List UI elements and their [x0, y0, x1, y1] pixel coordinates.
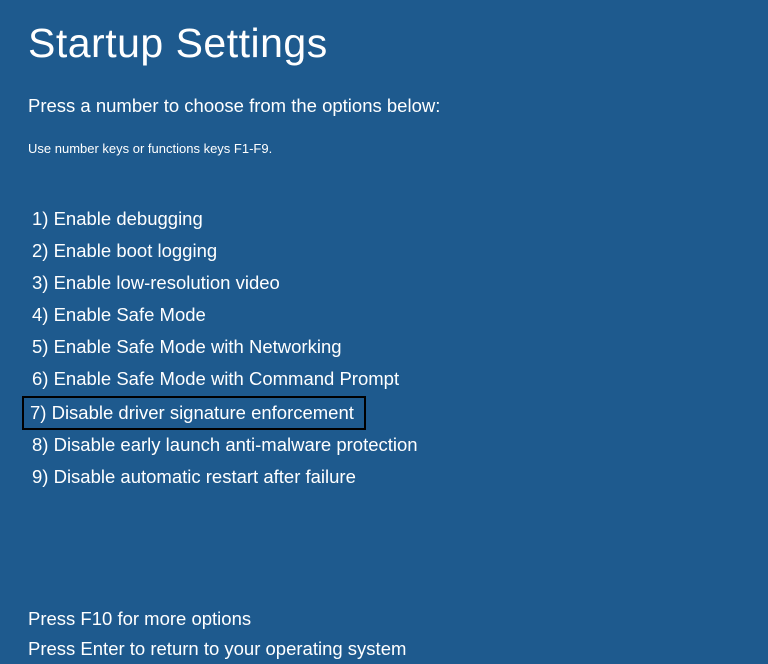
option-4[interactable]: 4) Enable Safe Mode	[28, 300, 210, 330]
option-8[interactable]: 8) Disable early launch anti-malware pro…	[28, 430, 422, 460]
option-9[interactable]: 9) Disable automatic restart after failu…	[28, 462, 360, 492]
more-options-hint: Press F10 for more options	[28, 604, 740, 634]
option-7[interactable]: 7) Disable driver signature enforcement	[22, 396, 366, 430]
option-3[interactable]: 3) Enable low-resolution video	[28, 268, 284, 298]
option-6[interactable]: 6) Enable Safe Mode with Command Prompt	[28, 364, 403, 394]
footer: Press F10 for more options Press Enter t…	[28, 604, 740, 664]
key-hint: Use number keys or functions keys F1-F9.	[28, 141, 740, 156]
page-title: Startup Settings	[28, 20, 740, 67]
option-1[interactable]: 1) Enable debugging	[28, 204, 207, 234]
subtitle: Press a number to choose from the option…	[28, 95, 740, 117]
return-hint: Press Enter to return to your operating …	[28, 634, 740, 664]
option-5[interactable]: 5) Enable Safe Mode with Networking	[28, 332, 346, 362]
option-2[interactable]: 2) Enable boot logging	[28, 236, 221, 266]
options-list: 1) Enable debugging2) Enable boot loggin…	[28, 204, 740, 494]
